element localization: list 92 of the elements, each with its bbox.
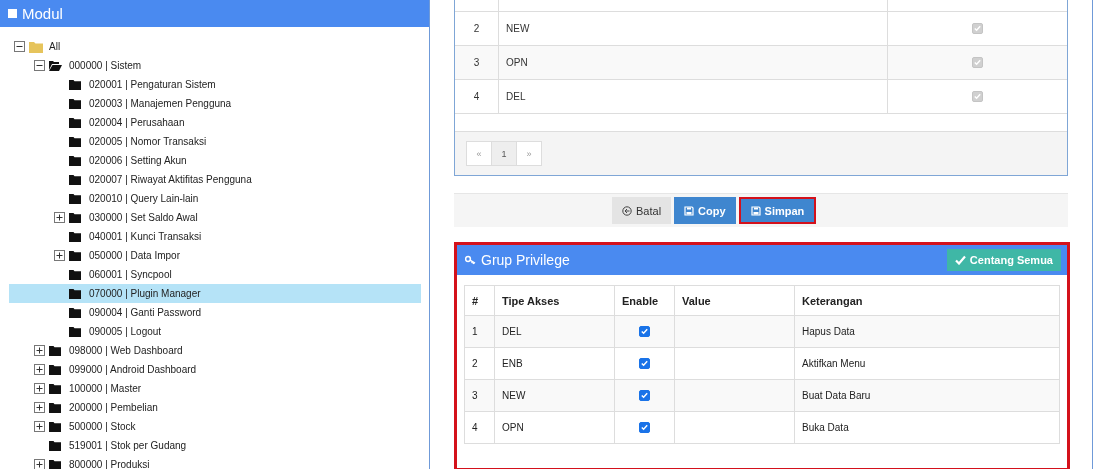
table-cell: NEW	[498, 11, 888, 46]
tree-item[interactable]: 020006 | Setting Akun	[9, 151, 421, 170]
table-cell: Buat Data Baru	[794, 379, 1060, 412]
checkbox[interactable]	[639, 389, 650, 401]
expand-toggle-icon[interactable]	[53, 250, 65, 261]
table-cell: 2	[455, 11, 499, 46]
tree-item[interactable]: 500000 | Stock	[9, 417, 421, 436]
folder-icon	[69, 174, 81, 185]
folder-icon	[49, 383, 61, 394]
key-icon	[465, 255, 476, 265]
folder-icon	[49, 440, 61, 451]
folder-icon	[69, 98, 81, 109]
tree-item[interactable]: 030000 | Set Saldo Awal	[9, 208, 421, 227]
folder-icon	[49, 345, 61, 356]
column-header: Tipe Akses	[494, 285, 615, 316]
tree-item[interactable]: 100000 | Master	[9, 379, 421, 398]
expand-toggle-icon[interactable]	[33, 421, 45, 432]
expand-toggle-icon[interactable]	[33, 459, 45, 469]
table-cell: 4	[464, 411, 495, 444]
tree-item[interactable]: 200000 | Pembelian	[9, 398, 421, 417]
folder-icon	[69, 307, 81, 318]
checkbox[interactable]	[639, 421, 650, 433]
table-cell: 3	[455, 45, 499, 80]
folder-icon	[49, 402, 61, 413]
tree-item[interactable]: 020010 | Query Lain-lain	[9, 189, 421, 208]
expand-toggle-icon[interactable]	[33, 364, 45, 375]
table-cell: 3	[464, 379, 495, 412]
folder-icon	[69, 117, 81, 128]
back-arrow-icon	[622, 205, 632, 216]
table-cell: DEL	[498, 79, 888, 114]
folder-icon	[29, 40, 43, 53]
checkmark-icon	[954, 255, 966, 265]
table-cell: Buka Data	[794, 411, 1060, 444]
open-folder-icon	[49, 60, 62, 71]
table-cell: 2	[464, 347, 495, 380]
save-button[interactable]: Copy	[674, 197, 736, 224]
folder-icon	[69, 269, 81, 280]
tree-item[interactable]: 020001 | Pengaturan Sistem	[9, 75, 421, 94]
pagination-link[interactable]: 1	[491, 141, 517, 166]
table-cell: 1	[464, 315, 495, 348]
save-button[interactable]: Simpan	[738, 197, 817, 224]
folder-icon	[69, 79, 81, 90]
tree-item[interactable]: 519001 | Stok per Gudang	[9, 436, 421, 455]
collapse-toggle-icon[interactable]	[33, 60, 45, 71]
collapse-toggle-icon[interactable]	[13, 41, 25, 52]
tree-item[interactable]: 020004 | Perusahaan	[9, 113, 421, 132]
tree-item[interactable]: 000000 | Sistem	[9, 56, 421, 75]
tree-item[interactable]: 099000 | Android Dashboard	[9, 360, 421, 379]
tree-item[interactable]: 090005 | Logout	[9, 322, 421, 341]
column-header: Keterangan	[794, 285, 1060, 316]
folder-icon	[69, 193, 81, 204]
table-cell: OPN	[498, 45, 888, 80]
panel-title: Modul	[22, 5, 63, 22]
folder-icon	[69, 231, 81, 242]
table-cell: Aktifkan Menu	[794, 347, 1060, 380]
table-cell: 4	[455, 79, 499, 114]
checkbox[interactable]	[639, 325, 650, 337]
tree-item[interactable]: All	[9, 37, 421, 56]
tree-item[interactable]: 070000 | Plugin Manager	[9, 284, 421, 303]
tree-item[interactable]: 050000 | Data Impor	[9, 246, 421, 265]
column-header: Enable	[614, 285, 675, 316]
column-header: #	[464, 285, 495, 316]
folder-icon	[69, 155, 81, 166]
expand-toggle-icon[interactable]	[53, 212, 65, 223]
table-cell: DEL	[494, 315, 615, 348]
folder-icon	[69, 326, 81, 337]
panel-title: Grup Privilege	[481, 252, 571, 268]
tree-item[interactable]: 020007 | Riwayat Aktifitas Pengguna	[9, 170, 421, 189]
folder-icon	[69, 136, 81, 147]
tree-item[interactable]: 020003 | Manajemen Pengguna	[9, 94, 421, 113]
folder-icon	[69, 250, 81, 261]
tree-item[interactable]: 090004 | Ganti Password	[9, 303, 421, 322]
checkbox[interactable]	[639, 357, 650, 369]
folder-icon	[49, 364, 61, 375]
folder-icon	[69, 288, 81, 299]
tree-item[interactable]: 020005 | Nomor Transaksi	[9, 132, 421, 151]
expand-toggle-icon[interactable]	[33, 402, 45, 413]
column-header: Value	[674, 285, 795, 316]
square-icon	[8, 9, 17, 18]
expand-toggle-icon[interactable]	[33, 345, 45, 356]
tree-item[interactable]: 098000 | Web Dashboard	[9, 341, 421, 360]
folder-icon	[69, 212, 81, 223]
cancel-button[interactable]: Batal	[612, 197, 672, 224]
table-cell: Hapus Data	[794, 315, 1060, 348]
expand-toggle-icon[interactable]	[33, 383, 45, 394]
tree-item[interactable]: 060001 | Syncpool	[9, 265, 421, 284]
tree-item[interactable]: 040001 | Kunci Transaksi	[9, 227, 421, 246]
folder-icon	[49, 459, 61, 469]
table-cell: ENB	[494, 347, 615, 380]
table-cell: NEW	[494, 379, 615, 412]
table-cell: OPN	[494, 411, 615, 444]
folder-icon	[49, 421, 61, 432]
